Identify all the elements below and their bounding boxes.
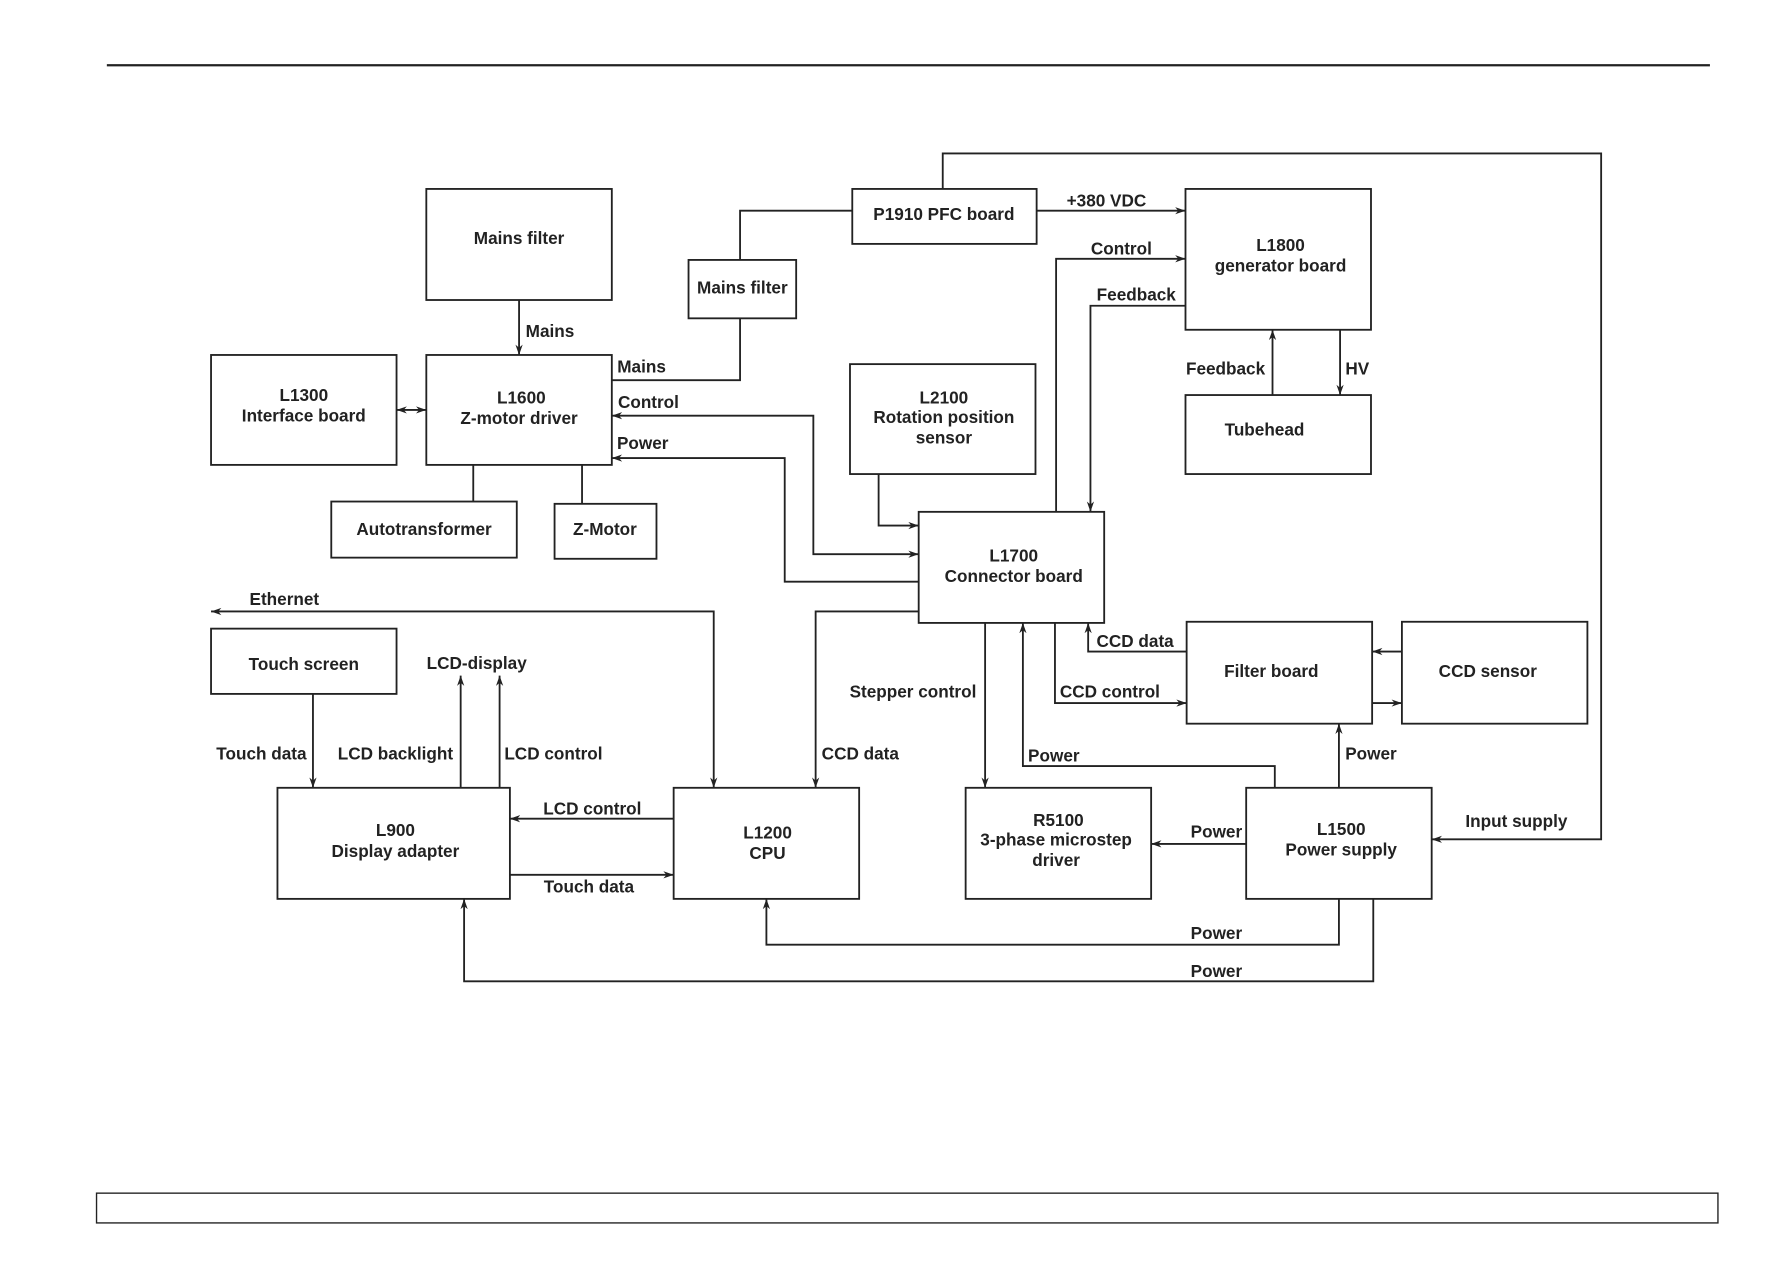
block-mains-filter-1: Mains filter [425,188,613,301]
block-label: Interface board [242,406,366,426]
block-label: Power supply [1285,840,1397,860]
label-power-l900: Power [1191,961,1243,981]
block-r5100: R51003-phase microstepdriver [964,786,1153,900]
label-feedback-gen: Feedback [1097,284,1177,304]
label-ccd-data-filter: CCD data [1096,631,1174,651]
block-label: L1500 [1317,819,1366,839]
block-label: Rotation position [873,407,1014,427]
block-label: Tubehead [1225,419,1305,439]
block-touch-screen: Touch screen [210,627,398,695]
label-power-zmotor: Power [617,433,669,453]
block-l1500: L1500Power supply [1245,786,1433,900]
power-cpu-line [762,898,1340,946]
block-label: L900 [376,820,415,840]
block-label: generator board [1215,256,1347,276]
block-label: R5100 [1033,810,1084,830]
block-l1800: L1800generator board [1184,188,1372,331]
block-label: L1300 [279,385,328,405]
block-l1300: L1300Interface board [210,354,398,466]
label-ccd-data-cpu: CCD data [822,743,900,763]
block-mains-filter-2: Mains filter [687,259,798,320]
block-label: Z-Motor [573,519,637,539]
block-label: driver [1032,850,1080,870]
label-lcd-control-2: LCD control [543,798,641,818]
block-tubehead: Tubehead [1184,394,1372,475]
block-label: P1910 PFC board [873,204,1014,224]
label-stepper-control: Stepper control [850,682,977,702]
block-label: Connector board [945,566,1083,586]
power-zmotor-line [611,454,919,583]
label-feedback-tube: Feedback [1186,359,1266,379]
label-control-zmotor: Control [618,392,679,412]
block-label: Mains filter [697,277,788,297]
label-power-l1700: Power [1028,746,1080,766]
block-label: 3-phase microstep [980,829,1132,849]
label-power-filter: Power [1345,743,1397,763]
block-zmotor: Z-Motor [553,502,658,560]
block-label: Autotransformer [356,519,492,539]
label-touch-data-1: Touch data [216,743,307,763]
label-hv: HV [1345,359,1369,379]
block-label: L1800 [1256,235,1305,255]
block-label: Touch screen [249,654,359,674]
block-diagram: Mains filter Mains filter P1910 PFC boar… [95,64,1719,1224]
block-label: L1600 [497,387,546,407]
block-label: Mains filter [474,228,565,248]
label-380vdc: +380 VDC [1067,190,1147,210]
label-input-supply: Input supply [1465,811,1567,831]
block-label: L2100 [920,387,969,407]
rotation-sensor-line [877,474,919,530]
label-touch-data-2: Touch data [544,876,635,896]
block-label: L1700 [989,545,1038,565]
block-autotransformer: Autotransformer [330,500,518,559]
label-lcd-backlight: LCD backlight [338,743,454,763]
block-l1700: L1700Connector board [917,510,1106,624]
block-label: Filter board [1224,661,1318,681]
label-mains-1: Mains [526,321,575,341]
block-label: CCD sensor [1439,661,1538,681]
block-label: Z-motor driver [460,408,578,428]
footer-frame [95,1192,1719,1224]
label-lcd-control-1: LCD control [504,743,602,763]
block-p1910: P1910 PFC board [851,188,1038,245]
mains-filter-pfc-line [739,209,853,260]
block-l1600: L1600Z-motor driver [425,354,613,466]
label-ethernet: Ethernet [250,589,320,609]
block-ccd-sensor: CCD sensor [1400,620,1589,725]
label-lcd-display: LCD-display [427,653,528,673]
block-l2100: L2100Rotation positionsensor [849,363,1037,475]
label-power-r5100: Power [1191,821,1243,841]
label-power-cpu: Power [1191,923,1243,943]
feedback-gen-line [1086,304,1186,512]
block-l900: L900Display adapter [276,786,511,900]
block-label: sensor [916,427,973,447]
block-l1200: L1200CPU [672,786,861,900]
label-mains-2: Mains [617,356,666,376]
label-ccd-control: CCD control [1060,682,1160,702]
block-label: L1200 [743,822,792,842]
label-control-gen: Control [1091,238,1152,258]
block-label: CPU [749,843,785,863]
block-label: Display adapter [332,841,460,861]
block-filter-board: Filter board [1185,620,1374,725]
